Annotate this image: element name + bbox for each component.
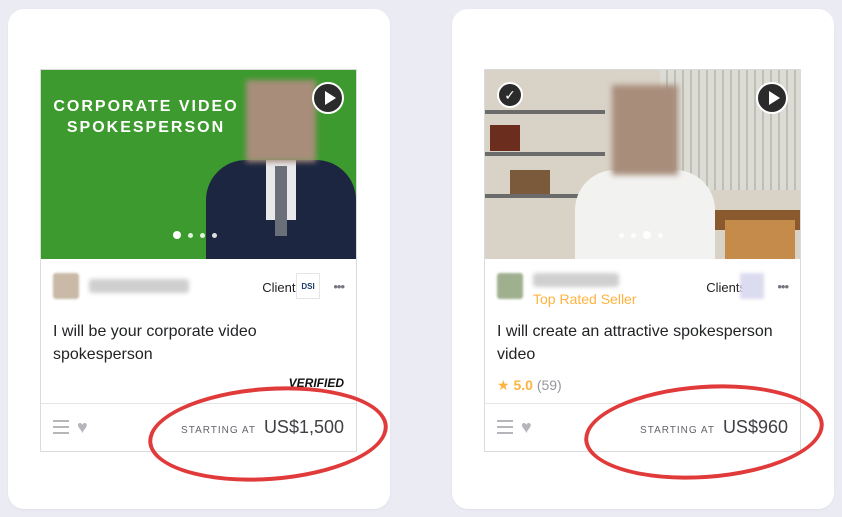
avatar[interactable] — [53, 273, 79, 299]
list-icon[interactable] — [53, 420, 69, 434]
pagination-dot[interactable] — [619, 232, 624, 238]
rating: ★ 5.0 (59) — [497, 377, 562, 394]
pagination-dot[interactable] — [658, 232, 663, 238]
check-icon: ✓ — [497, 82, 523, 108]
pagination-dot[interactable] — [200, 232, 205, 238]
pagination-dot[interactable] — [212, 232, 217, 238]
pagination-dot[interactable] — [631, 232, 636, 238]
seller-row: Top Rated Seller Clients ••• — [497, 273, 789, 307]
play-icon[interactable] — [756, 82, 788, 114]
play-icon[interactable] — [312, 82, 344, 114]
more-icon[interactable]: ••• — [333, 279, 345, 294]
rating-count: (59) — [536, 377, 562, 393]
seller-name[interactable] — [89, 279, 189, 293]
client-logo[interactable] — [740, 273, 764, 299]
pagination-dot[interactable] — [173, 231, 181, 239]
star-icon: ★ — [497, 377, 510, 393]
pagination-dot[interactable] — [643, 231, 651, 239]
gig-title[interactable]: I will create an attractive spokesperson… — [497, 320, 787, 366]
more-icon[interactable]: ••• — [777, 279, 789, 294]
seller-name[interactable] — [533, 273, 619, 287]
seller-row: Clients DSI ••• — [53, 273, 345, 305]
list-icon[interactable] — [497, 420, 513, 434]
client-logo[interactable]: DSI — [296, 273, 320, 299]
heart-icon[interactable]: ♥ — [521, 417, 532, 438]
media-pagination[interactable] — [173, 231, 217, 239]
gig-title[interactable]: I will be your corporate video spokesper… — [53, 320, 343, 366]
gig-thumbnail[interactable]: CORPORATE VIDEO SPOKESPERSON — [41, 70, 356, 259]
pagination-dot[interactable] — [188, 232, 193, 238]
heart-icon[interactable]: ♥ — [77, 417, 88, 438]
rating-value: 5.0 — [513, 377, 533, 393]
gig-panel-1: CORPORATE VIDEO SPOKESPERSON Clients DSI… — [8, 9, 391, 509]
avatar[interactable] — [497, 273, 523, 299]
media-pagination[interactable] — [619, 231, 663, 239]
gig-panel-2: ✓ Top Rated Seller Clients ••• I will cr… — [452, 9, 834, 509]
top-rated-badge: Top Rated Seller — [533, 291, 637, 307]
gig-thumbnail[interactable]: ✓ — [485, 70, 800, 259]
